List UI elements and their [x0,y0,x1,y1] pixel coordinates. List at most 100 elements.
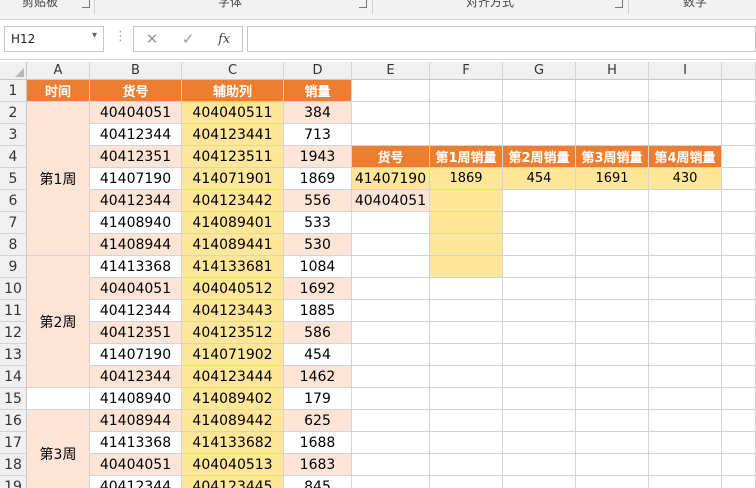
cell[interactable] [503,102,576,124]
cell[interactable] [576,80,649,102]
row-header-2[interactable]: 2 [0,102,27,124]
cell[interactable] [352,476,430,488]
helper-column-cell[interactable]: 404123445 [182,476,284,488]
sales-cell[interactable]: 1683 [284,454,352,476]
name-box[interactable]: H12 ▾ [4,26,104,52]
font-launcher-icon[interactable] [359,0,367,8]
cell[interactable] [352,124,430,146]
check-icon[interactable]: ✓ [182,30,195,48]
row-header-12[interactable]: 12 [0,322,27,344]
lookup-result-cell[interactable] [430,234,503,256]
item-number-cell[interactable]: 41413368 [90,432,182,454]
cell[interactable] [649,432,722,454]
cell[interactable] [503,344,576,366]
cell[interactable] [430,80,503,102]
helper-column-cell[interactable]: 404040513 [182,454,284,476]
sales-cell[interactable]: 454 [284,344,352,366]
row-header-14[interactable]: 14 [0,366,27,388]
cell[interactable] [722,344,756,366]
cell[interactable] [649,102,722,124]
cell[interactable] [649,410,722,432]
helper-column-cell[interactable]: 404123444 [182,366,284,388]
helper-column-cell[interactable]: 414133682 [182,432,284,454]
cell[interactable] [27,388,90,410]
cell[interactable] [722,80,756,102]
lookup-header-4[interactable]: 第4周销量 [649,146,722,168]
column-header-d[interactable]: D [284,62,352,80]
row-header-19[interactable]: 19 [0,476,27,488]
sales-cell[interactable]: 1943 [284,146,352,168]
column-header-extra[interactable] [722,62,756,80]
row-header-9[interactable]: 9 [0,256,27,278]
cell[interactable] [503,366,576,388]
cell[interactable] [722,168,756,190]
row-header-6[interactable]: 6 [0,190,27,212]
cell[interactable] [722,454,756,476]
cell[interactable] [722,410,756,432]
cell[interactable] [352,234,430,256]
cell[interactable] [503,388,576,410]
item-number-cell[interactable]: 40412344 [90,300,182,322]
cell[interactable] [503,124,576,146]
cell[interactable] [352,454,430,476]
helper-column-cell[interactable]: 414089401 [182,212,284,234]
cell[interactable] [722,102,756,124]
ribbon-group-font[interactable]: 字体 [190,0,270,13]
clipboard-launcher-icon[interactable] [82,0,90,8]
cell[interactable] [503,454,576,476]
row-header-10[interactable]: 10 [0,278,27,300]
helper-column-cell[interactable]: 414089402 [182,388,284,410]
cell[interactable] [503,410,576,432]
lookup-header-0[interactable]: 货号 [352,146,430,168]
row-header-3[interactable]: 3 [0,124,27,146]
cell[interactable] [352,80,430,102]
select-all-corner[interactable] [0,62,27,80]
cell[interactable] [430,388,503,410]
cell[interactable] [430,278,503,300]
lookup-item-cell[interactable]: 40404051 [352,190,430,212]
cell[interactable] [503,432,576,454]
cell[interactable] [576,344,649,366]
helper-column-cell[interactable]: 404123442 [182,190,284,212]
close-icon[interactable]: ✕ [146,30,159,48]
item-number-cell[interactable]: 41408944 [90,234,182,256]
cell[interactable] [722,388,756,410]
cell[interactable] [576,300,649,322]
item-number-cell[interactable]: 41407190 [90,168,182,190]
column-header-i[interactable]: I [649,62,722,80]
ribbon-group-number[interactable]: 数字 [670,0,720,13]
cell[interactable] [722,432,756,454]
cell[interactable] [649,256,722,278]
cell[interactable] [722,190,756,212]
cell[interactable] [576,278,649,300]
item-number-cell[interactable]: 40412351 [90,146,182,168]
item-number-cell[interactable]: 40404051 [90,102,182,124]
item-number-cell[interactable]: 40404051 [90,454,182,476]
sales-cell[interactable]: 1462 [284,366,352,388]
ribbon-group-alignment[interactable]: 对齐方式 [445,0,535,13]
cell[interactable] [576,388,649,410]
cell[interactable] [430,124,503,146]
lookup-result-cell[interactable] [430,256,503,278]
lookup-header-1[interactable]: 第1周销量 [430,146,503,168]
ribbon-group-clipboard[interactable]: 剪贴板 [10,0,70,13]
column-header-b[interactable]: B [90,62,182,80]
alignment-launcher-icon[interactable] [615,0,623,8]
cell[interactable] [352,300,430,322]
cell[interactable] [430,366,503,388]
item-number-cell[interactable]: 41407190 [90,344,182,366]
cell[interactable] [722,234,756,256]
helper-column-cell[interactable]: 404040512 [182,278,284,300]
cell[interactable] [722,278,756,300]
cell[interactable] [503,300,576,322]
cell[interactable] [430,454,503,476]
cell[interactable] [503,476,576,488]
column-header-h[interactable]: H [576,62,649,80]
item-number-cell[interactable]: 40404051 [90,278,182,300]
column-header-e[interactable]: E [352,62,430,80]
sales-cell[interactable]: 625 [284,410,352,432]
cell[interactable] [722,212,756,234]
helper-column-cell[interactable]: 404123511 [182,146,284,168]
cell[interactable] [576,124,649,146]
cell[interactable] [576,102,649,124]
